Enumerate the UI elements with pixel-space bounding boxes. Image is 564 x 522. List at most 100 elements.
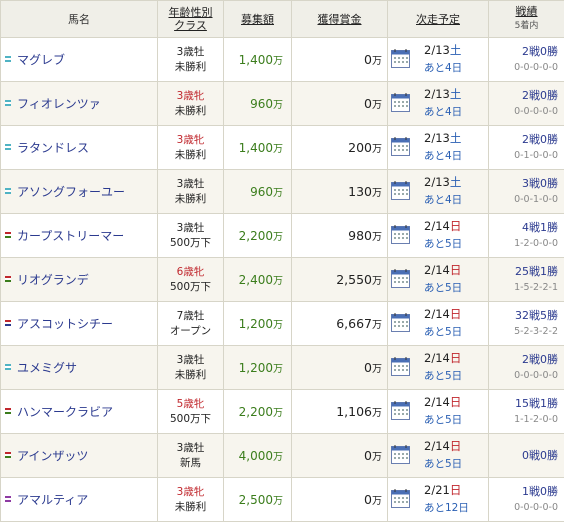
next-race-weekday: 日	[450, 483, 462, 497]
next-race-date: 2/14	[424, 307, 450, 321]
table-row: アソングフォーユー3歳牡未勝利960万130万2/13土あと4日3戦0勝0-0-…	[1, 170, 564, 214]
calendar-icon[interactable]	[391, 489, 410, 508]
header-earnings[interactable]: 獲得賞金	[292, 1, 388, 38]
horse-name-link[interactable]: アスコットシチー	[17, 317, 113, 331]
next-race-cell: 2/13土あと4日	[388, 170, 489, 214]
days-until: あと4日	[424, 194, 462, 206]
days-until: あと5日	[424, 238, 462, 250]
next-race-date: 2/21	[424, 483, 450, 497]
race-class: 未勝利	[175, 61, 207, 73]
age-sex: 3歳牡	[177, 442, 205, 454]
record-detail: 0-0-0-0-0	[514, 62, 558, 73]
calendar-icon[interactable]	[391, 357, 410, 376]
class-cell: 7歳牡オープン	[158, 302, 224, 346]
days-until: あと5日	[424, 282, 462, 294]
horse-name-cell: フィオレンツァ	[1, 82, 158, 126]
record-link[interactable]: 2戦0勝	[522, 353, 558, 366]
silk-mark-icon	[5, 188, 11, 194]
record-link[interactable]: 15戦1勝	[515, 397, 558, 410]
earnings-cell: 0万	[292, 82, 388, 126]
record-link[interactable]: 1戦0勝	[522, 485, 558, 498]
horse-name-link[interactable]: マグレブ	[17, 53, 65, 67]
days-until: あと5日	[424, 370, 462, 382]
horse-name-cell: リオグランデ	[1, 258, 158, 302]
horse-name-link[interactable]: ラタンドレス	[17, 141, 89, 155]
table-row: リオグランデ6歳牝500万下2,400万2,550万2/14日あと5日25戦1勝…	[1, 258, 564, 302]
earnings-cell: 0万	[292, 478, 388, 522]
race-class: 未勝利	[175, 193, 207, 205]
record-link[interactable]: 0戦0勝	[522, 449, 558, 462]
record-detail: 0-0-1-0-0	[514, 194, 558, 205]
next-race-date: 2/14	[424, 439, 450, 453]
next-race-cell: 2/13土あと4日	[388, 38, 489, 82]
header-record[interactable]: 戦績5着内	[489, 1, 564, 38]
horse-name-link[interactable]: ハンマークラビア	[17, 405, 113, 419]
earnings-cell: 2,550万	[292, 258, 388, 302]
next-race-date: 2/14	[424, 219, 450, 233]
table-row: フィオレンツァ3歳牝未勝利960万0万2/13土あと4日2戦0勝0-0-0-0-…	[1, 82, 564, 126]
silk-mark-icon	[5, 364, 11, 370]
calendar-icon[interactable]	[391, 49, 410, 68]
prize-cell: 960万	[224, 170, 292, 214]
next-race-date: 2/13	[424, 87, 450, 101]
calendar-icon[interactable]	[391, 269, 410, 288]
header-prize[interactable]: 募集額	[224, 1, 292, 38]
silk-mark-icon	[5, 144, 11, 150]
next-race-cell: 2/14日あと5日	[388, 302, 489, 346]
prize-cell: 1,400万	[224, 126, 292, 170]
calendar-icon[interactable]	[391, 225, 410, 244]
next-race-cell: 2/14日あと5日	[388, 214, 489, 258]
class-cell: 3歳牝未勝利	[158, 82, 224, 126]
race-class: 未勝利	[175, 369, 207, 381]
days-until: あと5日	[424, 414, 462, 426]
record-link[interactable]: 3戦0勝	[522, 177, 558, 190]
calendar-icon[interactable]	[391, 93, 410, 112]
calendar-icon[interactable]	[391, 313, 410, 332]
record-detail: 5-2-3-2-2	[514, 326, 558, 337]
record-link[interactable]: 2戦0勝	[522, 133, 558, 146]
horse-name-link[interactable]: アインザッツ	[17, 449, 88, 463]
age-sex: 3歳牝	[177, 486, 205, 498]
calendar-icon[interactable]	[391, 137, 410, 156]
earnings-cell: 6,667万	[292, 302, 388, 346]
record-cell: 32戦5勝 5-2-3-2-2	[489, 302, 564, 346]
next-race-weekday: 土	[450, 175, 462, 189]
class-cell: 3歳牡未勝利	[158, 170, 224, 214]
record-cell: 1戦0勝0-0-0-0-0	[489, 478, 564, 522]
next-race-cell: 2/14日あと5日	[388, 434, 489, 478]
horse-name-link[interactable]: カープストリーマー	[17, 229, 124, 243]
next-race-date: 2/14	[424, 395, 450, 409]
next-race-weekday: 土	[450, 131, 462, 145]
class-cell: 3歳牡500万下	[158, 214, 224, 258]
record-link[interactable]: 25戦1勝	[515, 265, 558, 278]
next-race-weekday: 日	[450, 219, 462, 233]
table-row: アインザッツ3歳牡新馬4,000万0万2/14日あと5日0戦0勝	[1, 434, 564, 478]
table-row: アマルティア3歳牝未勝利2,500万0万2/21日あと12日1戦0勝0-0-0-…	[1, 478, 564, 522]
next-race-cell: 2/13土あと4日	[388, 82, 489, 126]
table-row: アスコットシチー7歳牡オープン1,200万6,667万2/14日あと5日32戦5…	[1, 302, 564, 346]
record-link[interactable]: 32戦5勝	[515, 309, 558, 322]
record-link[interactable]: 4戦1勝	[522, 221, 558, 234]
calendar-icon[interactable]	[391, 445, 410, 464]
header-next-race[interactable]: 次走予定	[388, 1, 489, 38]
days-until: あと4日	[424, 62, 462, 74]
earnings-cell: 0万	[292, 346, 388, 390]
next-race-weekday: 土	[450, 87, 462, 101]
record-detail: 0-1-0-0-0	[514, 150, 558, 161]
horse-name-cell: アソングフォーユー	[1, 170, 158, 214]
calendar-icon[interactable]	[391, 181, 410, 200]
header-class[interactable]: 年齢性別クラス	[158, 1, 224, 38]
record-detail: 1-5-2-2-1	[514, 282, 558, 293]
next-race-weekday: 日	[450, 439, 462, 453]
record-link[interactable]: 2戦0勝	[522, 89, 558, 102]
silk-mark-icon	[5, 408, 11, 414]
horse-name-link[interactable]: アソングフォーユー	[17, 185, 125, 199]
horse-name-cell: ハンマークラビア	[1, 390, 158, 434]
horse-name-link[interactable]: リオグランデ	[17, 273, 89, 287]
horse-name-link[interactable]: アマルティア	[17, 493, 88, 507]
race-class: 未勝利	[175, 501, 207, 513]
horse-name-link[interactable]: ユメミグサ	[17, 361, 77, 375]
calendar-icon[interactable]	[391, 401, 410, 420]
record-link[interactable]: 2戦0勝	[522, 45, 558, 58]
horse-name-link[interactable]: フィオレンツァ	[17, 97, 101, 111]
